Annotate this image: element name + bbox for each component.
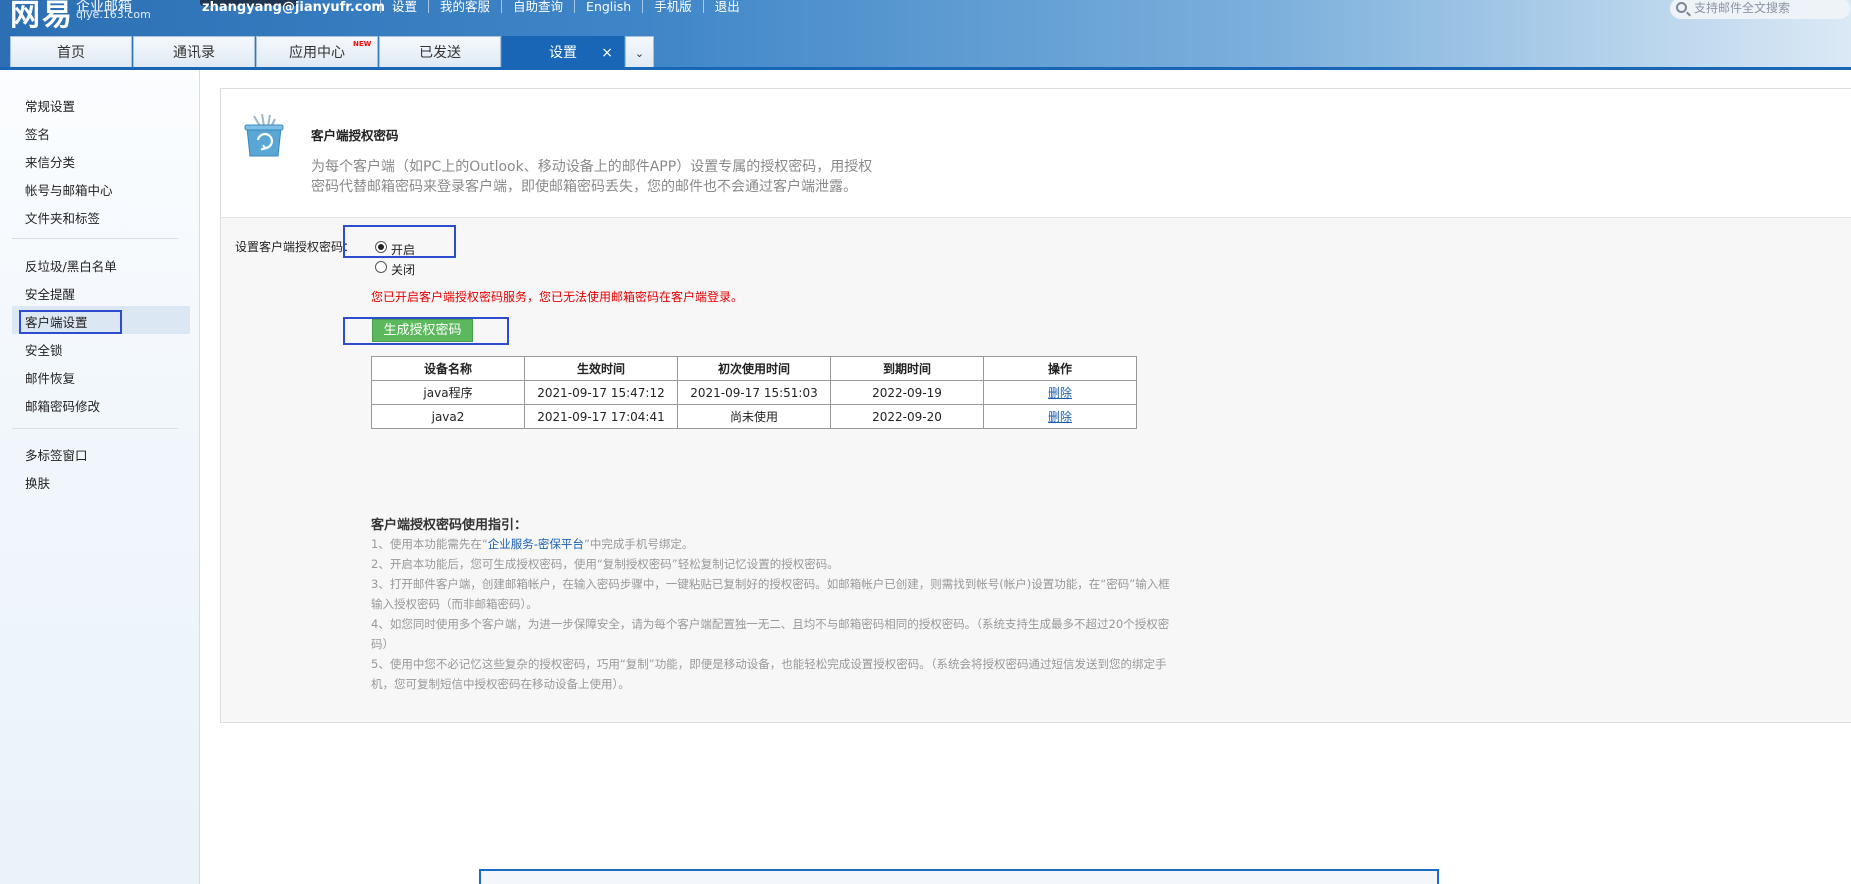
top-link-mobile[interactable]: 手机版: [642, 0, 703, 13]
sidebar-item-account-center[interactable]: 帐号与邮箱中心: [25, 180, 113, 199]
authorized-devices-table: 设备名称 生效时间 初次使用时间 到期时间 操作 java程序 2021-09-…: [371, 356, 1137, 429]
logo[interactable]: 网易: [10, 0, 74, 34]
radio-disable[interactable]: [375, 261, 387, 273]
guide-text: 1、使用本功能需先在“: [371, 537, 488, 551]
column-header-action: 操作: [983, 356, 1137, 381]
radio-disable-label[interactable]: 关闭: [391, 261, 415, 278]
annotation-box-radio: [343, 225, 456, 258]
tab-label: 应用中心: [289, 45, 345, 61]
content-header: [221, 89, 1851, 218]
tab-sent[interactable]: 已发送: [379, 36, 501, 69]
sidebar-item-antispam[interactable]: 反垃圾/黑白名单: [25, 256, 117, 275]
cell-device: java程序: [371, 380, 525, 405]
settings-sidebar: 常规设置 签名 来信分类 帐号与邮箱中心 文件夹和标签 反垃圾/黑白名单 安全提…: [0, 70, 200, 884]
cell-first-use: 尚未使用: [677, 404, 831, 429]
cell-effective: 2021-09-17 17:04:41: [524, 404, 678, 429]
sidebar-item-signature[interactable]: 签名: [25, 124, 50, 143]
tab-label: 首页: [57, 45, 85, 61]
guide-list: 1、使用本功能需先在“企业服务-密保平台”中完成手机号绑定。 2、开启本功能后，…: [371, 534, 1171, 694]
cell-first-use: 2021-09-17 15:51:03: [677, 380, 831, 405]
sidebar-divider: [12, 428, 178, 429]
guide-item: 5、使用中您不必记忆这些复杂的授权密码，巧用“复制”功能，即便是移动设备，也能轻…: [371, 657, 1167, 691]
top-link-logout[interactable]: 退出: [702, 0, 751, 13]
sidebar-item-security-lock[interactable]: 安全锁: [25, 340, 63, 359]
annotation-box-sidebar: [19, 310, 122, 334]
user-account-menu[interactable]: zhangyang@jianyufr.com ⌄: [202, 0, 400, 15]
sidebar-item-mail-recovery[interactable]: 邮件恢复: [25, 368, 75, 387]
column-header-first-use: 初次使用时间: [677, 356, 831, 381]
sidebar-item-multi-tab[interactable]: 多标签窗口: [25, 445, 88, 464]
guide-title: 客户端授权密码使用指引：: [371, 518, 528, 533]
sidebar-divider: [12, 238, 178, 239]
page-title: 客户端授权密码: [311, 128, 399, 143]
top-link-self-service[interactable]: 自助查询: [501, 0, 574, 13]
column-header-expiry: 到期时间: [830, 356, 984, 381]
tab-app-center[interactable]: 应用中心 NEW: [256, 36, 378, 69]
annotation-box-generate: [343, 317, 509, 345]
new-badge: NEW: [353, 40, 372, 48]
sidebar-item-password-change[interactable]: 邮箱密码修改: [25, 396, 100, 415]
tab-home[interactable]: 首页: [10, 36, 132, 69]
cell-device: java2: [371, 404, 525, 429]
warning-message: 您已开启客户端授权密码服务，您已无法使用邮箱密码在客户端登录。: [371, 290, 744, 304]
tab-contacts[interactable]: 通讯录: [133, 36, 255, 69]
sidebar-item-skin[interactable]: 换肤: [25, 473, 50, 492]
sidebar-item-security-alert[interactable]: 安全提醒: [25, 284, 75, 303]
table-header-row: 设备名称 生效时间 初次使用时间 到期时间 操作: [371, 356, 1137, 381]
search-input[interactable]: 支持邮件全文搜索: [1670, 0, 1850, 19]
table-row: java程序 2021-09-17 15:47:12 2021-09-17 15…: [371, 380, 1137, 405]
guide-text: ”中完成手机号绑定。: [583, 537, 694, 551]
top-link-english[interactable]: English: [574, 0, 642, 13]
cell-effective: 2021-09-17 15:47:12: [524, 380, 678, 405]
delete-link[interactable]: 删除: [1048, 386, 1072, 400]
top-links: 设置 我的客服 自助查询 English 手机版 退出: [380, 0, 751, 13]
search-placeholder: 支持邮件全文搜索: [1694, 1, 1791, 15]
guide-item: 2、开启本功能后，您可生成授权密码，使用“复制授权密码”轻松复制记忆设置的授权密…: [371, 557, 839, 571]
guide-item: 3、打开邮件客户端，创建邮箱帐户，在输入密码步骤中，一键粘贴已复制好的授权密码。…: [371, 577, 1170, 611]
column-header-device: 设备名称: [371, 356, 525, 381]
setting-label: 设置客户端授权密码：: [235, 240, 356, 254]
cell-expiry: 2022-09-19: [830, 380, 984, 405]
close-icon[interactable]: ×: [601, 37, 613, 70]
cell-expiry: 2022-09-20: [830, 404, 984, 429]
cell-action: 删除: [983, 380, 1137, 405]
logo-domain: qiye.163.com: [76, 8, 151, 21]
column-header-effective: 生效时间: [524, 356, 678, 381]
security-platform-link[interactable]: 企业服务-密保平台: [488, 537, 584, 551]
table-row: java2 2021-09-17 17:04:41 尚未使用 2022-09-2…: [371, 404, 1137, 429]
top-link-support[interactable]: 我的客服: [428, 0, 501, 13]
sidebar-item-folders-tags[interactable]: 文件夹和标签: [25, 208, 100, 227]
cell-action: 删除: [983, 404, 1137, 429]
search-icon: [1676, 2, 1687, 13]
top-link-settings[interactable]: 设置: [380, 0, 428, 13]
user-email: zhangyang@jianyufr.com: [202, 0, 385, 15]
guide-item: 1、使用本功能需先在“企业服务-密保平台”中完成手机号绑定。: [371, 534, 1171, 554]
tab-label: 设置: [549, 45, 577, 61]
tab-label: 通讯录: [173, 45, 215, 61]
guide-item: 4、如您同时使用多个客户端，为进一步保障安全，请为每个客户端配置独一无二、且均不…: [371, 617, 1170, 651]
main-tabs: 首页 通讯录 应用中心 NEW 已发送 设置 × ⌄: [10, 36, 654, 69]
page-description: 为每个客户端（如PC上的Outlook、移动设备上的邮件APP）设置专属的授权密…: [311, 159, 873, 195]
tab-more-button[interactable]: ⌄: [625, 36, 654, 69]
tab-label: 已发送: [419, 45, 461, 61]
sidebar-item-mail-rules[interactable]: 来信分类: [25, 152, 75, 171]
tab-settings[interactable]: 设置 ×: [502, 36, 624, 69]
header-divider: [0, 67, 1851, 70]
bottom-frame: [479, 869, 1439, 884]
delete-link[interactable]: 删除: [1048, 410, 1072, 424]
recycle-bin-icon: [244, 113, 284, 157]
sidebar-item-general[interactable]: 常规设置: [25, 96, 75, 115]
